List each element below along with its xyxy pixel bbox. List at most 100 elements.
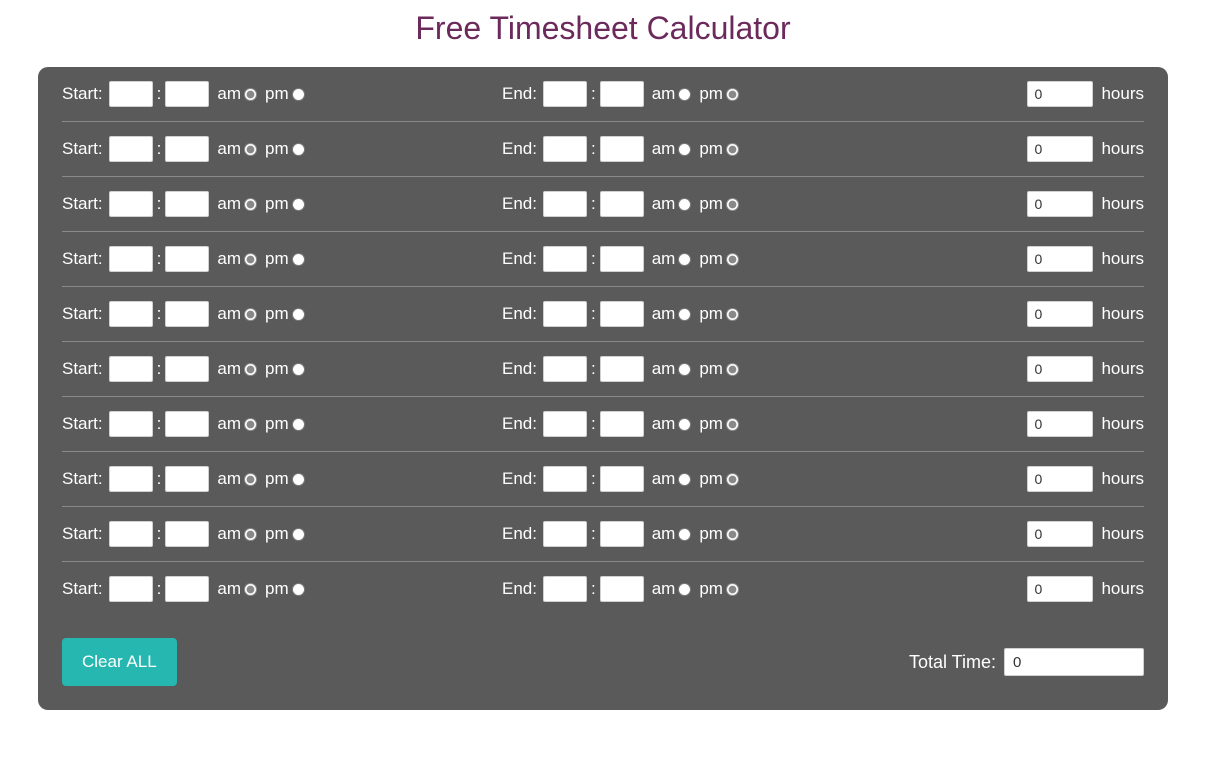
hours-label: hours — [1101, 469, 1144, 489]
start-am-radio[interactable] — [244, 473, 257, 486]
total-time-input[interactable] — [1004, 648, 1144, 676]
start-hour-input[interactable] — [109, 136, 153, 162]
end-am-radio[interactable] — [678, 88, 691, 101]
hours-input[interactable] — [1027, 521, 1093, 547]
hours-input[interactable] — [1027, 411, 1093, 437]
hours-input[interactable] — [1027, 356, 1093, 382]
start-minute-input[interactable] — [165, 246, 209, 272]
start-hour-input[interactable] — [109, 246, 153, 272]
start-minute-input[interactable] — [165, 466, 209, 492]
end-group: End: : am pm — [502, 466, 882, 492]
start-minute-input[interactable] — [165, 191, 209, 217]
start-pm-radio[interactable] — [292, 308, 305, 321]
end-hour-input[interactable] — [543, 576, 587, 602]
end-hour-input[interactable] — [543, 521, 587, 547]
end-hour-input[interactable] — [543, 191, 587, 217]
end-am-radio[interactable] — [678, 143, 691, 156]
end-pm-radio[interactable] — [726, 418, 739, 431]
end-minute-input[interactable] — [600, 136, 644, 162]
end-pm-radio[interactable] — [726, 308, 739, 321]
end-am-radio[interactable] — [678, 473, 691, 486]
start-hour-input[interactable] — [109, 191, 153, 217]
start-am-radio[interactable] — [244, 88, 257, 101]
end-pm-radio[interactable] — [726, 528, 739, 541]
end-pm-radio[interactable] — [726, 253, 739, 266]
start-hour-input[interactable] — [109, 81, 153, 107]
time-colon: : — [157, 84, 162, 104]
start-minute-input[interactable] — [165, 576, 209, 602]
end-hour-input[interactable] — [543, 136, 587, 162]
end-pm-radio[interactable] — [726, 198, 739, 211]
end-hour-input[interactable] — [543, 466, 587, 492]
start-minute-input[interactable] — [165, 521, 209, 547]
start-minute-input[interactable] — [165, 301, 209, 327]
start-pm-radio[interactable] — [292, 473, 305, 486]
start-am-radio[interactable] — [244, 528, 257, 541]
hours-input[interactable] — [1027, 246, 1093, 272]
start-hour-input[interactable] — [109, 411, 153, 437]
end-am-radio[interactable] — [678, 363, 691, 376]
end-am-radio[interactable] — [678, 418, 691, 431]
hours-input[interactable] — [1027, 301, 1093, 327]
end-hour-input[interactable] — [543, 356, 587, 382]
start-pm-radio[interactable] — [292, 583, 305, 596]
end-hour-input[interactable] — [543, 246, 587, 272]
start-pm-radio[interactable] — [292, 363, 305, 376]
start-am-radio[interactable] — [244, 308, 257, 321]
start-am-radio[interactable] — [244, 583, 257, 596]
start-pm-radio[interactable] — [292, 418, 305, 431]
end-am-label: am — [652, 84, 676, 104]
end-minute-input[interactable] — [600, 246, 644, 272]
end-am-radio[interactable] — [678, 253, 691, 266]
end-hour-input[interactable] — [543, 301, 587, 327]
start-hour-input[interactable] — [109, 466, 153, 492]
end-label: End: — [502, 194, 537, 214]
start-minute-input[interactable] — [165, 81, 209, 107]
clear-all-button[interactable]: Clear ALL — [62, 638, 177, 686]
start-pm-radio[interactable] — [292, 528, 305, 541]
start-minute-input[interactable] — [165, 136, 209, 162]
end-minute-input[interactable] — [600, 411, 644, 437]
start-am-radio[interactable] — [244, 363, 257, 376]
end-pm-radio[interactable] — [726, 88, 739, 101]
start-am-radio[interactable] — [244, 198, 257, 211]
start-pm-radio[interactable] — [292, 143, 305, 156]
end-minute-input[interactable] — [600, 301, 644, 327]
start-minute-input[interactable] — [165, 411, 209, 437]
start-hour-input[interactable] — [109, 521, 153, 547]
start-pm-radio[interactable] — [292, 88, 305, 101]
start-am-radio[interactable] — [244, 143, 257, 156]
end-hour-input[interactable] — [543, 81, 587, 107]
start-hour-input[interactable] — [109, 356, 153, 382]
hours-label: hours — [1101, 579, 1144, 599]
start-group: Start: : am pm — [62, 466, 502, 492]
start-pm-radio[interactable] — [292, 198, 305, 211]
start-hour-input[interactable] — [109, 301, 153, 327]
hours-input[interactable] — [1027, 466, 1093, 492]
end-minute-input[interactable] — [600, 521, 644, 547]
end-minute-input[interactable] — [600, 81, 644, 107]
end-pm-radio[interactable] — [726, 473, 739, 486]
end-am-radio[interactable] — [678, 528, 691, 541]
end-am-radio[interactable] — [678, 198, 691, 211]
end-pm-radio[interactable] — [726, 363, 739, 376]
end-minute-input[interactable] — [600, 356, 644, 382]
end-minute-input[interactable] — [600, 576, 644, 602]
start-pm-radio[interactable] — [292, 253, 305, 266]
end-am-radio[interactable] — [678, 308, 691, 321]
hours-input[interactable] — [1027, 81, 1093, 107]
end-minute-input[interactable] — [600, 191, 644, 217]
end-pm-radio[interactable] — [726, 143, 739, 156]
end-am-radio[interactable] — [678, 583, 691, 596]
start-hour-input[interactable] — [109, 576, 153, 602]
start-am-radio[interactable] — [244, 418, 257, 431]
hours-input[interactable] — [1027, 576, 1093, 602]
end-minute-input[interactable] — [600, 466, 644, 492]
hours-group: hours — [1027, 411, 1144, 437]
hours-input[interactable] — [1027, 136, 1093, 162]
hours-input[interactable] — [1027, 191, 1093, 217]
end-hour-input[interactable] — [543, 411, 587, 437]
end-pm-radio[interactable] — [726, 583, 739, 596]
start-am-radio[interactable] — [244, 253, 257, 266]
start-minute-input[interactable] — [165, 356, 209, 382]
